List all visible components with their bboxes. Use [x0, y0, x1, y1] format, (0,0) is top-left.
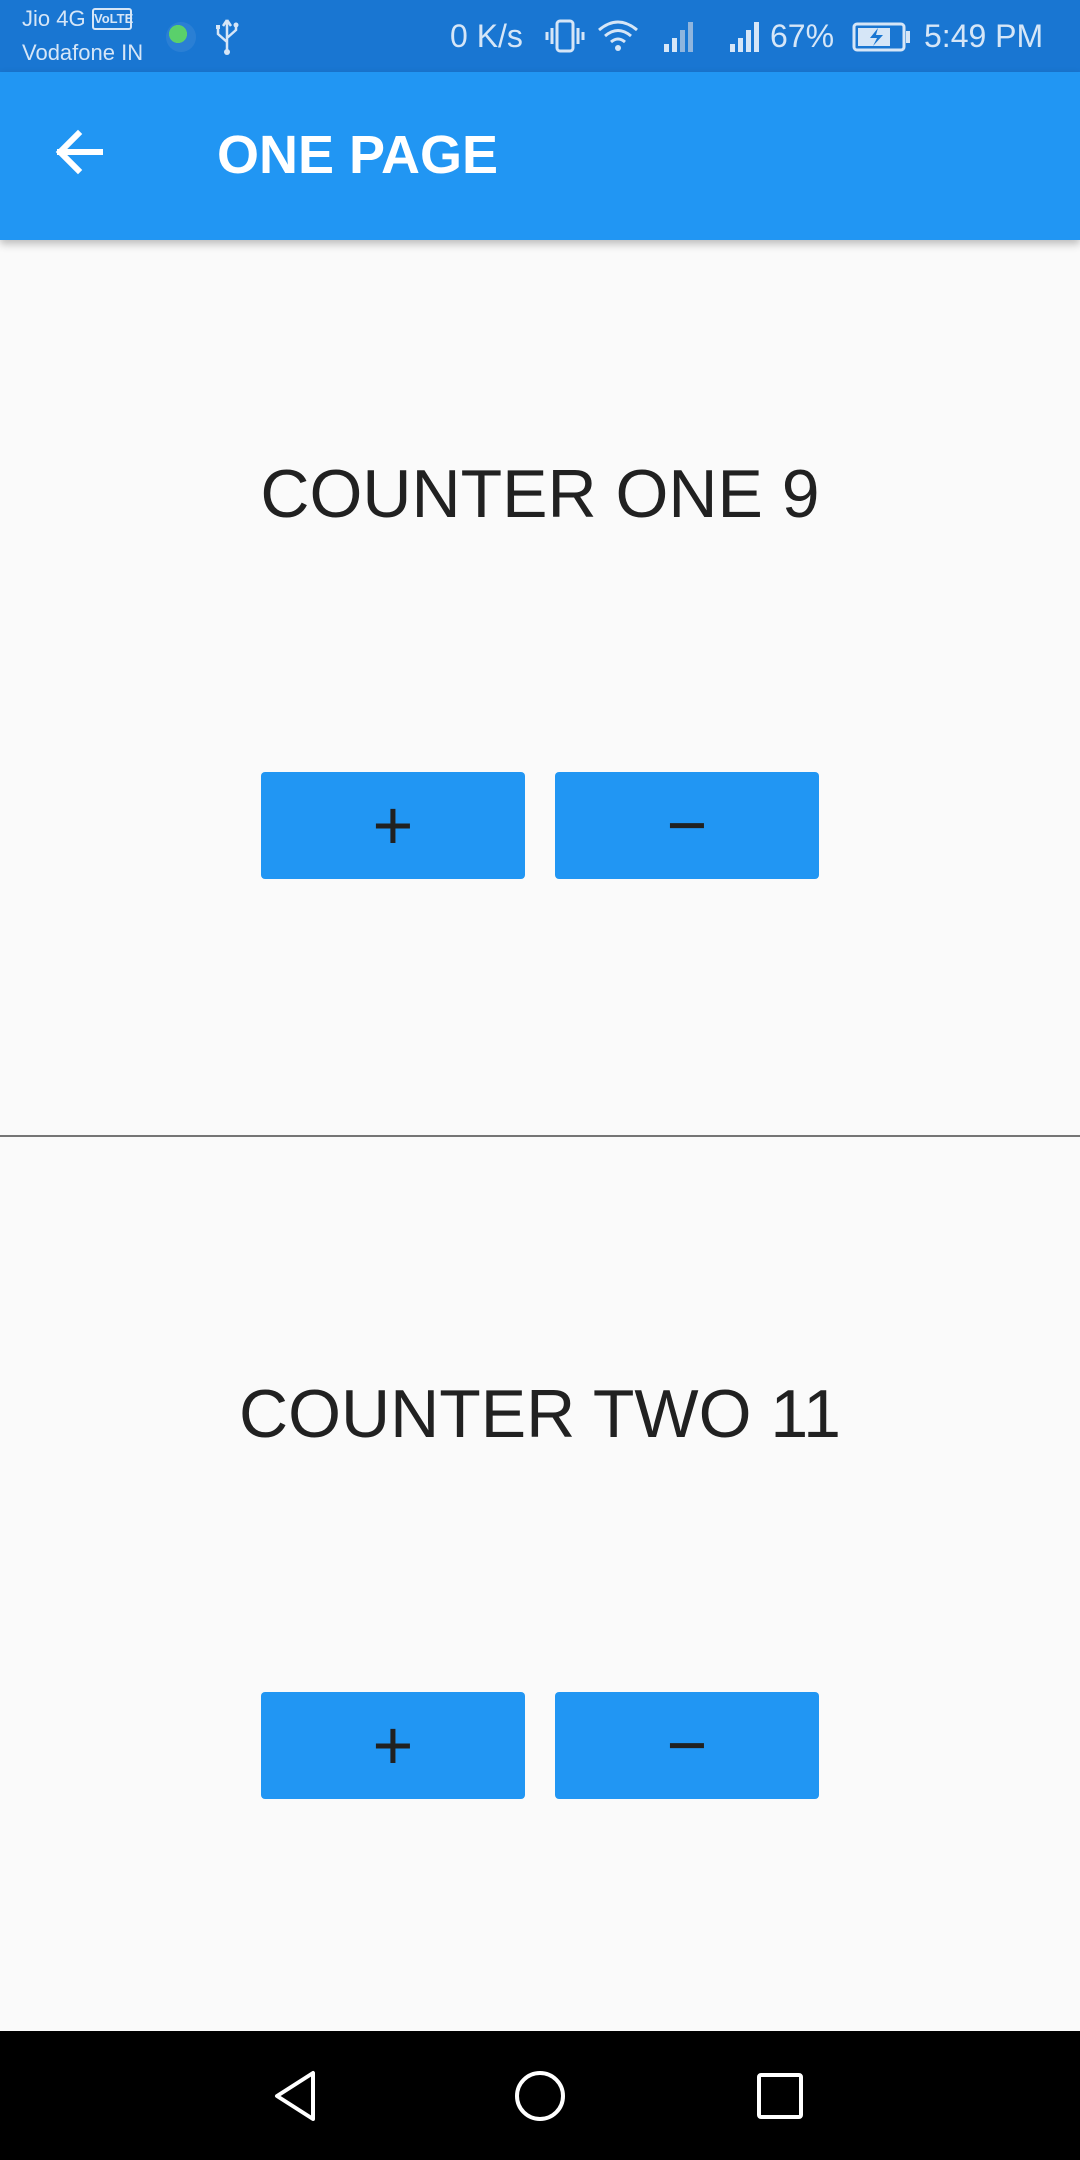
battery-percent: 67%: [770, 18, 835, 54]
usb-icon: [216, 19, 239, 55]
counter-one-decrement-button[interactable]: −: [555, 772, 819, 879]
signal-icon: [730, 22, 759, 52]
carrier-primary: Jio 4G: [22, 6, 86, 31]
navigation-bar: [0, 2031, 1080, 2160]
home-circle-icon[interactable]: [505, 2061, 575, 2131]
status-time: 5:49 PM: [924, 18, 1044, 54]
status-bar: Jio 4G VoLTE Vodafone IN 0 K/s 67% 5:49 …: [0, 0, 1080, 72]
counter-two-label: COUNTER TWO 11: [239, 1376, 841, 1452]
section-divider: [0, 1135, 1080, 1137]
counter-one-label: COUNTER ONE 9: [260, 456, 820, 532]
battery-charging-icon: [852, 22, 910, 52]
counter-two-decrement-button[interactable]: −: [555, 1692, 819, 1799]
volte-badge: VoLTE: [92, 8, 133, 30]
counter-one-increment-button[interactable]: +: [261, 772, 525, 879]
signal-icon: [664, 22, 693, 52]
app-bar: ONE PAGE: [0, 72, 1080, 240]
arrow-back-icon[interactable]: [44, 112, 124, 192]
globe-icon: [166, 22, 196, 52]
carrier-secondary: Vodafone IN: [22, 40, 144, 65]
wifi-icon: [598, 20, 638, 51]
net-speed: 0 K/s: [450, 18, 523, 54]
counter-two-increment-button[interactable]: +: [261, 1692, 525, 1799]
back-triangle-icon[interactable]: [265, 2061, 335, 2131]
vibrate-icon: [545, 19, 585, 53]
recents-square-icon[interactable]: [745, 2061, 815, 2131]
page-title: ONE PAGE: [217, 125, 499, 185]
